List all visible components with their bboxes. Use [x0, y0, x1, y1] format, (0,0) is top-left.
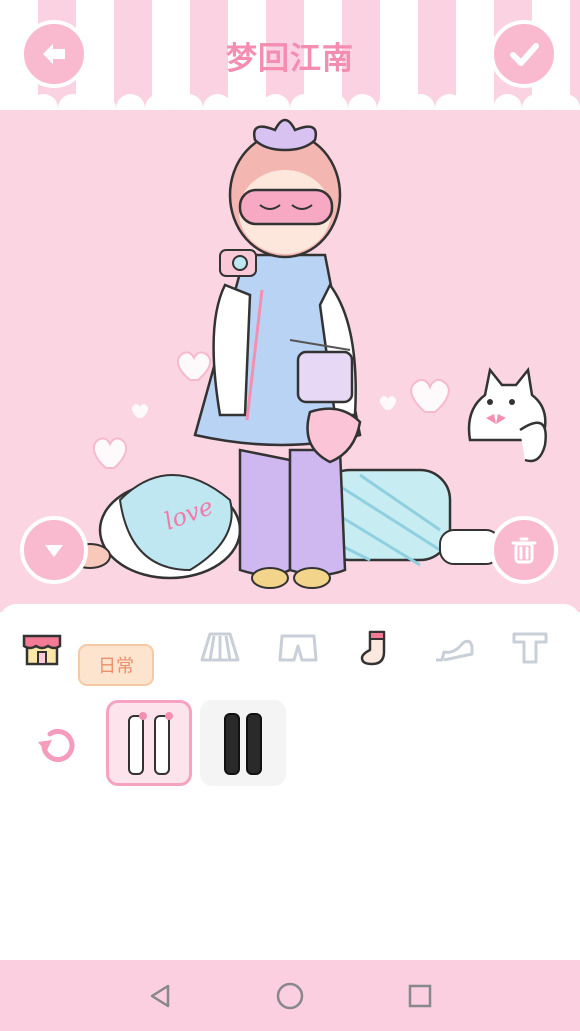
refresh-icon — [38, 729, 75, 762]
nav-back-button[interactable] — [144, 980, 176, 1012]
nav-home-button[interactable] — [274, 980, 306, 1012]
checkmark-icon — [510, 43, 539, 66]
high-heel-icon — [436, 639, 474, 662]
dressup-stage: love 梦回江南 — [0, 0, 580, 612]
item-list — [0, 700, 580, 790]
recents-square-icon — [408, 984, 432, 1008]
item-white-stockings[interactable] — [106, 700, 192, 786]
shop-icon — [22, 634, 62, 666]
top-icon — [512, 632, 548, 664]
nav-recents-button[interactable] — [404, 980, 436, 1012]
category-top[interactable] — [506, 624, 554, 672]
category-tag[interactable]: 日常 — [78, 644, 154, 686]
category-shoes[interactable] — [430, 624, 478, 672]
white-stockings-icon — [128, 712, 173, 775]
cat-illustration — [467, 367, 547, 463]
category-shorts[interactable] — [274, 624, 322, 672]
shorts-icon — [278, 634, 318, 662]
back-triangle-icon — [150, 984, 170, 1008]
back-button[interactable] — [20, 20, 88, 88]
wardrobe-panel: 日常 — [0, 604, 580, 960]
chevron-down-icon — [45, 545, 63, 557]
collapse-button[interactable] — [20, 516, 88, 584]
delete-button[interactable] — [490, 516, 558, 584]
home-circle-icon — [276, 982, 304, 1010]
black-stockings-icon — [224, 713, 262, 775]
character-illustration: love — [69, 118, 547, 589]
item-black-stockings[interactable] — [200, 700, 286, 786]
shop-button[interactable] — [18, 624, 66, 672]
confirm-button[interactable] — [490, 20, 558, 88]
category-skirt[interactable] — [196, 624, 244, 672]
skirt-icon — [200, 632, 240, 662]
arrow-left-icon — [43, 44, 65, 64]
system-navbar — [0, 960, 580, 1031]
reset-button[interactable] — [30, 720, 82, 772]
trash-icon — [511, 537, 537, 564]
category-socks[interactable] — [352, 624, 400, 672]
sock-icon — [360, 630, 386, 666]
category-bar: 日常 — [0, 624, 580, 686]
